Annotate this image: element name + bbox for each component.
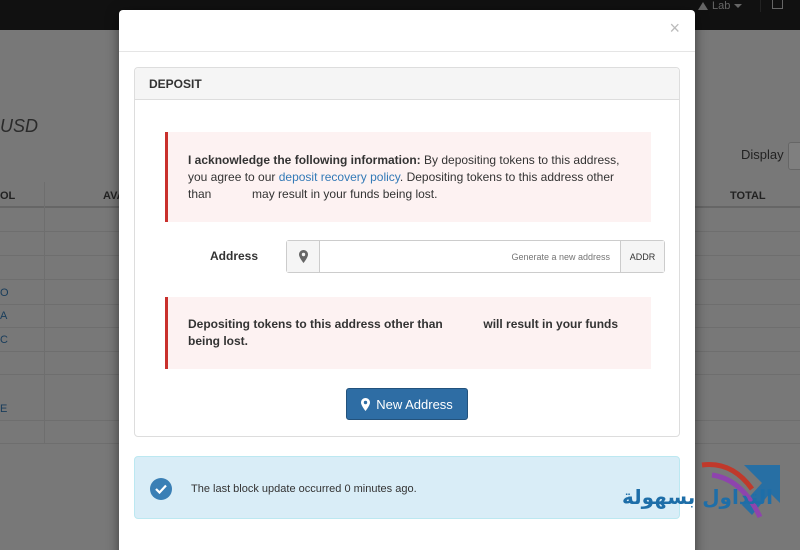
warning-alert: Depositing tokens to this address other … xyxy=(165,297,651,369)
modal-header: × xyxy=(119,10,695,52)
map-marker-icon xyxy=(298,250,308,263)
panel-title: DEPOSIT xyxy=(135,68,679,100)
addr-button[interactable]: ADDR xyxy=(620,241,664,272)
acknowledge-lead: I acknowledge the following information: xyxy=(188,153,421,167)
address-label: Address xyxy=(210,249,259,263)
close-icon[interactable]: × xyxy=(669,19,680,37)
block-update-info: The last block update occurred 0 minutes… xyxy=(134,456,680,519)
checkmark-icon xyxy=(155,484,167,494)
acknowledge-alert: I acknowledge the following information:… xyxy=(165,132,651,222)
acknowledge-text-c: may result in your funds being lost. xyxy=(248,187,438,201)
warning-text-a: Depositing tokens to this address other … xyxy=(188,317,447,331)
map-marker-icon xyxy=(361,397,371,411)
address-input[interactable] xyxy=(320,241,620,272)
block-update-text: The last block update occurred 0 minutes… xyxy=(191,483,417,495)
check-circle-icon xyxy=(150,478,172,500)
new-address-label: New Address xyxy=(376,396,453,412)
deposit-modal: × DEPOSIT I acknowledge the following in… xyxy=(119,10,780,550)
watermark-text: التداول بسهولة xyxy=(622,485,773,509)
address-addon xyxy=(287,241,320,272)
deposit-panel: DEPOSIT I acknowledge the following info… xyxy=(134,67,680,437)
deposit-recovery-policy-link[interactable]: deposit recovery policy xyxy=(279,170,400,184)
new-address-button[interactable]: New Address xyxy=(346,388,468,420)
address-input-group: ADDR xyxy=(286,240,665,273)
watermark-logo: التداول بسهولة xyxy=(602,455,792,527)
